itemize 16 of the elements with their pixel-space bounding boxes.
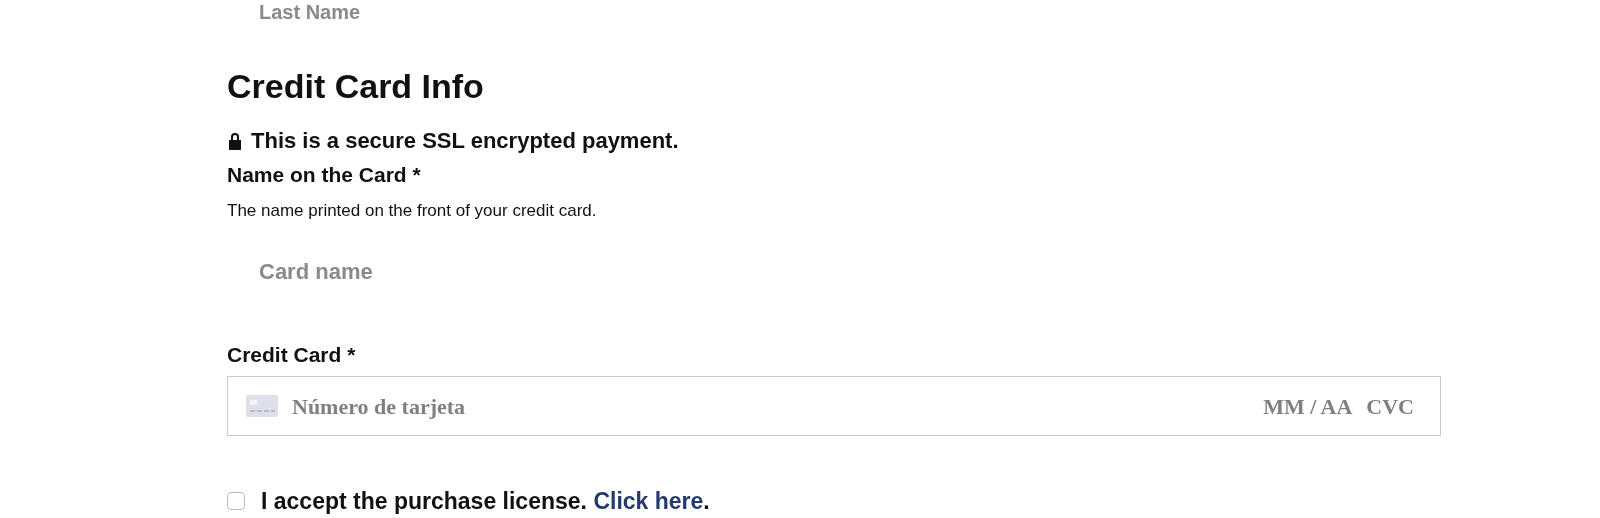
license-link[interactable]: Click here — [593, 488, 704, 514]
section-title: Credit Card Info — [227, 66, 484, 106]
field-label: Name on the Card * — [227, 162, 421, 188]
license-text: I accept the purchase license. Click here. — [261, 487, 710, 516]
field-label: Credit Card * — [227, 342, 356, 368]
cvc-placeholder: CVC — [1366, 392, 1414, 421]
secure-payment-note: This is a secure SSL encrypted payment. — [251, 128, 679, 154]
card-number-placeholder: Número de tarjeta — [292, 392, 466, 421]
help-text: The name printed on the front of your credit card. — [227, 200, 597, 222]
license-checkbox[interactable] — [227, 492, 245, 511]
credit-card-icon — [246, 395, 278, 417]
card-name-field[interactable]: Card name — [227, 252, 827, 292]
expiry-placeholder: MM / AA — [1263, 392, 1353, 421]
credit-card-field[interactable]: Número de tarjeta MM / AA CVC — [227, 376, 1441, 436]
last-name-field[interactable]: Last Name — [227, 0, 827, 24]
lock-icon — [227, 132, 243, 150]
